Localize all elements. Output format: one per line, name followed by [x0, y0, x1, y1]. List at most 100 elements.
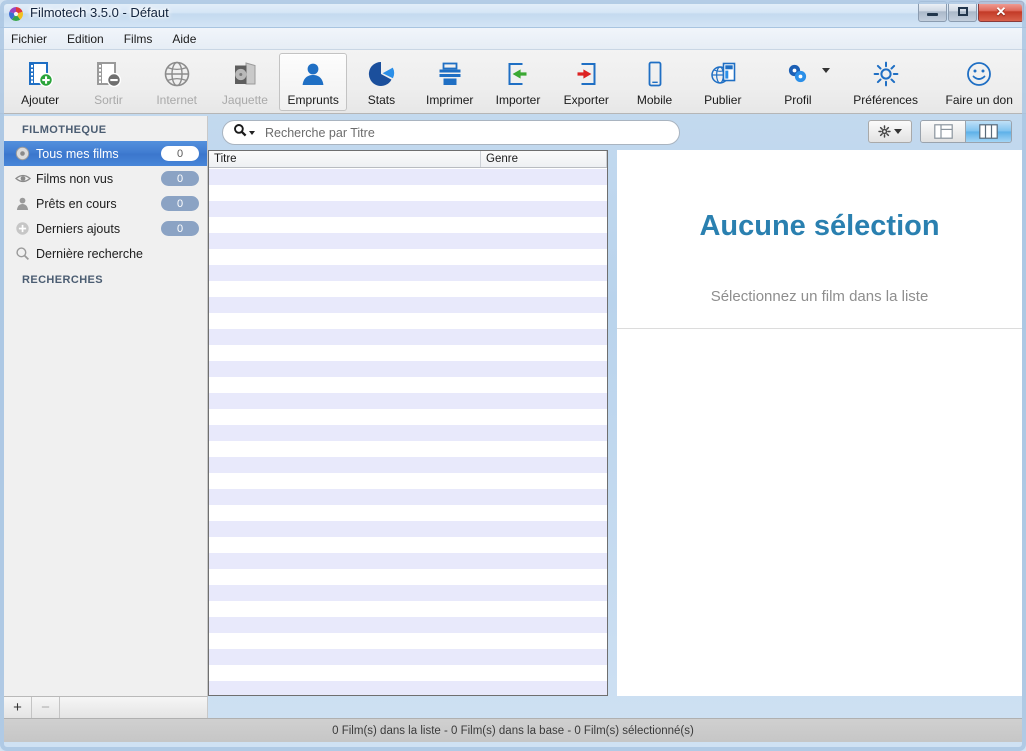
maximize-button[interactable] — [948, 1, 977, 22]
toolbar-button-mobile[interactable]: Mobile — [620, 53, 688, 111]
table-row[interactable] — [209, 537, 607, 553]
smartphone-icon — [640, 58, 670, 90]
sidebar-item-films-non-vus[interactable]: Films non vus 0 — [4, 166, 207, 191]
toolbar-label: Ajouter — [21, 93, 60, 107]
table-row[interactable] — [209, 473, 607, 489]
sidebar-item-derniers-ajouts[interactable]: Derniers ajouts 0 — [4, 216, 207, 241]
table-row[interactable] — [209, 409, 607, 425]
toolbar-label: Internet — [156, 93, 198, 107]
table-row[interactable] — [209, 297, 607, 313]
toolbar-button-stats[interactable]: Stats — [347, 53, 415, 111]
close-button[interactable]: ✕ — [978, 1, 1024, 22]
toolbar-button-sortir[interactable]: Sortir — [74, 53, 142, 111]
filmotech-logo-icon — [8, 6, 24, 22]
person-icon — [298, 58, 328, 90]
table-row[interactable] — [209, 553, 607, 569]
window-title: Filmotech 3.5.0 - Défaut — [30, 5, 169, 20]
sidebar-item-derniere-recherche[interactable]: Dernière recherche — [4, 241, 207, 266]
sidebar-item-badge: 0 — [161, 196, 199, 211]
table-row[interactable] — [209, 377, 607, 393]
table-row[interactable] — [209, 425, 607, 441]
table-row[interactable] — [209, 361, 607, 377]
table-row[interactable] — [209, 265, 607, 281]
title-bar: Filmotech 3.5.0 - Défaut ✕ — [0, 0, 1026, 28]
detail-subtitle: Sélectionnez un film dans la liste — [710, 288, 929, 305]
toolbar-button-internet[interactable]: Internet — [143, 53, 211, 111]
table-row[interactable] — [209, 201, 607, 217]
sidebar-item-tous-mes-films[interactable]: Tous mes films 0 — [4, 141, 207, 166]
person-icon — [14, 195, 31, 212]
table-row[interactable] — [209, 313, 607, 329]
view-split-button[interactable] — [921, 121, 966, 142]
table-row[interactable] — [209, 217, 607, 233]
sidebar: FILMOTHEQUE Tous mes films 0 Films non v… — [4, 116, 208, 696]
close-icon: ✕ — [995, 4, 1007, 19]
menu-films[interactable]: Films — [115, 29, 162, 49]
toolbar-label: Publier — [704, 93, 742, 107]
toolbar-button-preferences[interactable]: Préférences — [839, 53, 933, 111]
toolbar-button-profil[interactable]: Profil — [757, 53, 839, 111]
table-row[interactable] — [209, 169, 607, 185]
table-row[interactable] — [209, 633, 607, 649]
magnifier-icon — [14, 245, 31, 262]
add-search-button[interactable]: + — [4, 697, 32, 718]
view-column-button[interactable] — [966, 121, 1011, 142]
table-row[interactable] — [209, 649, 607, 665]
toolbar-label: Sortir — [94, 93, 123, 107]
sidebar-bottom-filler — [60, 697, 207, 718]
main-toolbar: Ajouter Sortir Internet Jaquette Emprunt… — [0, 50, 1026, 114]
menu-edition[interactable]: Edition — [58, 29, 113, 49]
table-row[interactable] — [209, 617, 607, 633]
table-row[interactable] — [209, 601, 607, 617]
menu-aide[interactable]: Aide — [163, 29, 205, 49]
magnifier-icon[interactable] — [233, 123, 247, 142]
gear-icon — [871, 58, 901, 90]
table-row[interactable] — [209, 441, 607, 457]
list-settings-button[interactable] — [868, 120, 912, 143]
sidebar-item-prets-en-cours[interactable]: Prêts en cours 0 — [4, 191, 207, 216]
menu-fichier[interactable]: Fichier — [2, 29, 56, 49]
film-list[interactable]: Titre Genre — [208, 150, 608, 696]
minimize-icon — [927, 13, 938, 16]
table-row[interactable] — [209, 521, 607, 537]
table-row[interactable] — [209, 281, 607, 297]
table-row[interactable] — [209, 681, 607, 695]
table-row[interactable] — [209, 585, 607, 601]
column-header-genre[interactable]: Genre — [481, 151, 607, 167]
table-row[interactable] — [209, 489, 607, 505]
toolbar-button-emprunts[interactable]: Emprunts — [279, 53, 348, 111]
toolbar-button-ajouter[interactable]: Ajouter — [6, 53, 74, 111]
table-row[interactable] — [209, 233, 607, 249]
toolbar-button-exporter[interactable]: Exporter — [552, 53, 620, 111]
table-row[interactable] — [209, 393, 607, 409]
sidebar-item-label: Prêts en cours — [36, 196, 117, 211]
toolbar-button-faire-un-don[interactable]: Faire un don — [932, 53, 1026, 111]
film-add-icon — [25, 58, 55, 90]
table-row[interactable] — [209, 665, 607, 681]
column-header-titre[interactable]: Titre — [209, 151, 481, 167]
table-row[interactable] — [209, 457, 607, 473]
table-row[interactable] — [209, 249, 607, 265]
toolbar-button-importer[interactable]: Importer — [484, 53, 552, 111]
toolbar-label: Faire un don — [945, 93, 1013, 107]
search-toolbar: Recherche par Titre — [208, 116, 1022, 148]
search-input[interactable]: Recherche par Titre — [222, 120, 680, 145]
chevron-down-icon[interactable] — [821, 68, 830, 73]
toolbar-label: Mobile — [636, 93, 673, 107]
sidebar-item-badge: 0 — [161, 146, 199, 161]
remove-search-button[interactable]: − — [32, 697, 60, 718]
chevron-down-icon[interactable] — [249, 130, 255, 135]
toolbar-button-publier[interactable]: Publier — [689, 53, 757, 111]
publish-web-icon — [708, 58, 738, 90]
minimize-button[interactable] — [918, 1, 947, 22]
detail-divider — [617, 328, 1022, 329]
table-row[interactable] — [209, 329, 607, 345]
chevron-down-icon[interactable] — [894, 129, 902, 134]
window-controls: ✕ — [917, 1, 1024, 23]
toolbar-button-imprimer[interactable]: Imprimer — [416, 53, 484, 111]
table-row[interactable] — [209, 345, 607, 361]
table-row[interactable] — [209, 185, 607, 201]
table-row[interactable] — [209, 569, 607, 585]
table-row[interactable] — [209, 505, 607, 521]
toolbar-button-jaquette[interactable]: Jaquette — [211, 53, 279, 111]
